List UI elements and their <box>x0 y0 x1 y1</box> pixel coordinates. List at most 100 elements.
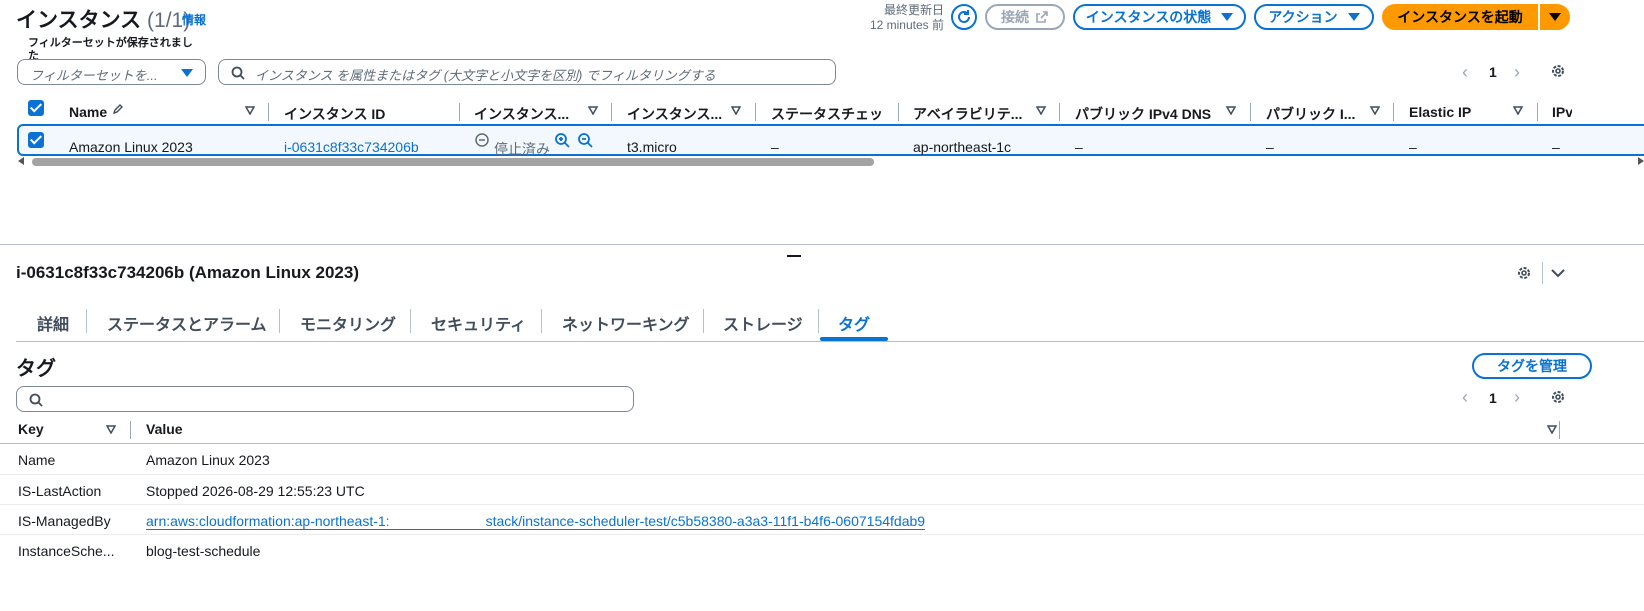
settings-gear-icon[interactable] <box>1550 389 1566 405</box>
tabs-bottom-border <box>16 341 1644 342</box>
col-instance-state[interactable]: インスタンス... <box>474 104 574 124</box>
sort-icon[interactable] <box>1513 105 1523 115</box>
tag-search-input[interactable] <box>16 386 634 412</box>
tag-key: Name <box>18 452 56 468</box>
tab-status-alarms[interactable]: ステータスとアラーム <box>107 311 267 335</box>
column-divider[interactable] <box>1559 421 1560 439</box>
col-name[interactable]: Name <box>69 104 107 120</box>
tag-key: IS-ManagedBy <box>18 513 111 529</box>
filter-set-placeholder: フィルターセットを... <box>30 68 158 83</box>
tab-tags[interactable]: タグ <box>838 311 870 335</box>
launch-instance-button[interactable]: インスタンスを起動 <box>1382 4 1538 30</box>
prev-page-icon[interactable]: ‹ <box>1462 387 1468 408</box>
search-icon <box>231 66 245 80</box>
col-ipv6[interactable]: IPv <box>1552 104 1572 120</box>
prev-page-icon[interactable]: ‹ <box>1462 62 1468 83</box>
table-row[interactable] <box>17 124 1644 156</box>
sort-icon[interactable] <box>106 424 116 434</box>
horizontal-scrollbar-thumb[interactable] <box>32 158 874 166</box>
search-placeholder: インスタンス を属性またはタグ (大文字と小文字を区別) でフィルタリングする <box>255 68 716 83</box>
sort-icon[interactable] <box>1547 424 1557 434</box>
col-availability-zone[interactable]: アベイラビリテ... <box>913 104 1023 124</box>
tag-value-arn-link[interactable]: arn:aws:cloudformation:ap-northeast-1: st… <box>146 513 926 530</box>
page-number[interactable]: 1 <box>1489 64 1497 80</box>
column-divider[interactable] <box>611 103 612 121</box>
settings-gear-icon[interactable] <box>1550 63 1566 79</box>
refresh-icon <box>958 10 970 23</box>
col-public-ip[interactable]: パブリック I... <box>1266 104 1362 124</box>
stopped-status-icon <box>475 133 489 147</box>
row-instance-id-link[interactable]: i-0631c8f33c734206b <box>284 139 419 155</box>
col-public-dns[interactable]: パブリック IPv4 DNS <box>1075 104 1211 124</box>
tags-col-value[interactable]: Value <box>146 421 183 437</box>
tag-value: Stopped 2026-08-29 12:55:23 UTC <box>146 483 365 499</box>
column-divider[interactable] <box>1059 103 1060 121</box>
chevron-down-icon[interactable] <box>1551 268 1565 278</box>
column-divider[interactable] <box>755 103 756 121</box>
column-divider[interactable] <box>1250 103 1251 121</box>
column-divider[interactable] <box>130 421 131 439</box>
next-page-icon[interactable]: › <box>1514 62 1520 83</box>
row-state: 停止済み <box>494 141 550 157</box>
tags-heading: タグ <box>16 358 56 380</box>
arn-part-2: stack/instance-scheduler-test/c5b58380-a… <box>485 513 926 529</box>
instance-search-input[interactable]: インスタンス を属性またはタグ (大文字と小文字を区別) でフィルタリングする <box>218 59 836 85</box>
sort-icon[interactable] <box>1036 105 1046 115</box>
row-ipv6: – <box>1552 139 1560 155</box>
tab-divider <box>86 309 87 333</box>
row-status-check: – <box>771 139 779 155</box>
sort-icon[interactable] <box>731 105 741 115</box>
scroll-left-icon[interactable] <box>18 157 24 165</box>
tags-col-key[interactable]: Key <box>18 421 44 437</box>
row-name: Amazon Linux 2023 <box>69 139 193 155</box>
col-instance-type[interactable]: インスタンス... <box>627 104 723 124</box>
tag-key: InstanceSche... <box>18 543 115 559</box>
column-divider[interactable] <box>459 103 460 121</box>
settings-gear-icon[interactable] <box>1516 265 1532 281</box>
table-row: Name Amazon Linux 2023 <box>0 444 1644 474</box>
refresh-button[interactable] <box>951 4 977 30</box>
tags-page-number[interactable]: 1 <box>1489 390 1497 406</box>
tab-monitoring[interactable]: モニタリング <box>300 311 396 335</box>
filter-set-select[interactable]: フィルターセットを... <box>17 59 206 85</box>
launch-instance-dropdown[interactable] <box>1540 4 1570 30</box>
edit-pencil-icon <box>112 104 123 115</box>
info-link[interactable]: 情報 <box>182 11 206 28</box>
column-divider[interactable] <box>268 103 269 121</box>
sort-icon[interactable] <box>1226 105 1236 115</box>
col-status-check[interactable]: ステータスチェック <box>771 104 883 124</box>
tab-networking[interactable]: ネットワーキング <box>562 311 690 335</box>
split-panel-handle[interactable] <box>787 255 801 257</box>
sort-icon[interactable] <box>245 105 255 115</box>
tab-details[interactable]: 詳細 <box>37 311 69 335</box>
tab-divider <box>410 309 411 333</box>
split-panel-divider[interactable] <box>0 244 1644 245</box>
search-icon <box>29 393 43 407</box>
scroll-right-icon[interactable] <box>1638 157 1644 165</box>
tab-security[interactable]: セキュリティ <box>431 311 526 335</box>
next-page-icon[interactable]: › <box>1514 387 1520 408</box>
col-instance-id[interactable]: インスタンス ID <box>284 104 385 124</box>
row-checkbox[interactable] <box>28 132 44 148</box>
actions-dropdown[interactable]: アクション <box>1254 4 1374 30</box>
external-link-icon <box>1036 11 1048 23</box>
sort-icon[interactable] <box>1370 105 1380 115</box>
zoom-out-icon[interactable] <box>577 132 593 148</box>
manage-tags-label: タグを管理 <box>1497 358 1567 374</box>
table-row: InstanceSche... blog-test-schedule <box>0 534 1644 565</box>
connect-button[interactable]: 接続 <box>985 4 1065 30</box>
tab-storage[interactable]: ストレージ <box>723 311 803 335</box>
arn-part-1: arn:aws:cloudformation:ap-northeast-1: <box>146 513 390 529</box>
launch-instance-label: インスタンスを起動 <box>1397 9 1523 25</box>
instance-state-dropdown[interactable]: インスタンスの状態 <box>1073 4 1246 30</box>
col-elastic-ip[interactable]: Elastic IP <box>1409 104 1471 120</box>
column-divider[interactable] <box>898 103 899 121</box>
manage-tags-button[interactable]: タグを管理 <box>1472 353 1592 379</box>
sort-icon[interactable] <box>588 105 598 115</box>
tag-key: IS-LastAction <box>18 483 102 499</box>
select-all-checkbox[interactable] <box>28 100 44 116</box>
column-divider[interactable] <box>1393 103 1394 121</box>
caret-down-icon <box>1221 13 1234 21</box>
column-divider[interactable] <box>1537 103 1538 121</box>
zoom-in-icon[interactable] <box>554 132 570 148</box>
